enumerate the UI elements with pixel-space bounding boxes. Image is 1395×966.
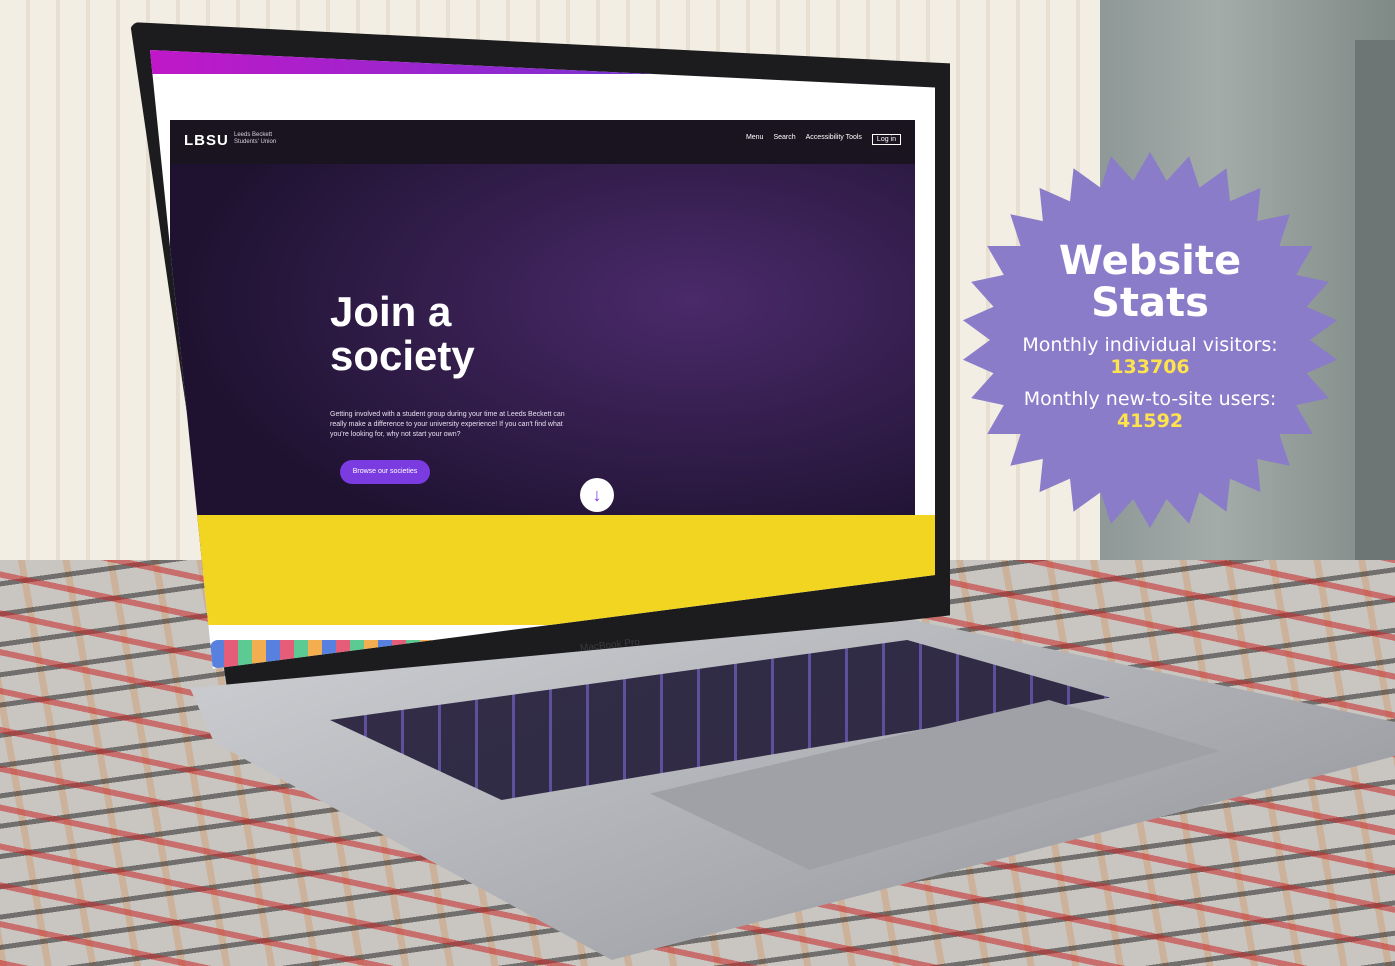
site-header: LBSU Leeds Beckett Students' Union Menu … xyxy=(170,120,915,164)
stat-new-users-label: Monthly new-to-site users: xyxy=(1023,388,1277,410)
laptop-screen: LBSU Leeds Beckett Students' Union Menu … xyxy=(150,50,935,669)
nav-login[interactable]: Log in xyxy=(871,134,901,145)
hero-text: Getting involved with a student group du… xyxy=(330,411,565,438)
website-hero: LBSU Leeds Beckett Students' Union Menu … xyxy=(170,120,915,570)
site-logo[interactable]: LBSU xyxy=(184,132,229,149)
stat-new-users: Monthly new-to-site users: 41592 xyxy=(1000,388,1300,432)
stat-visitors-value: 133706 xyxy=(1110,356,1190,378)
stat-visitors: Monthly individual visitors: 133706 xyxy=(1000,334,1300,378)
nav-accessibility[interactable]: Accessibility Tools xyxy=(806,134,862,145)
photo-scene: LBSU Leeds Beckett Students' Union Menu … xyxy=(0,0,1395,966)
nav-search[interactable]: Search xyxy=(773,134,795,145)
stats-starburst: Website Stats Monthly individual visitor… xyxy=(960,150,1340,530)
browse-societies-button[interactable]: Browse our societies xyxy=(340,460,430,484)
site-nav: Menu Search Accessibility Tools Log in xyxy=(746,134,901,145)
nav-menu[interactable]: Menu xyxy=(746,134,764,145)
stat-visitors-label: Monthly individual visitors: xyxy=(1022,334,1278,356)
stats-content: Website Stats Monthly individual visitor… xyxy=(1000,240,1300,432)
hero-title: Join a society xyxy=(330,288,475,379)
site-logo-subtitle: Leeds Beckett Students' Union xyxy=(234,132,277,145)
stats-title: Website Stats xyxy=(1058,238,1242,326)
stat-new-users-value: 41592 xyxy=(1116,410,1184,432)
scroll-down-icon[interactable]: ↓ xyxy=(580,478,614,512)
